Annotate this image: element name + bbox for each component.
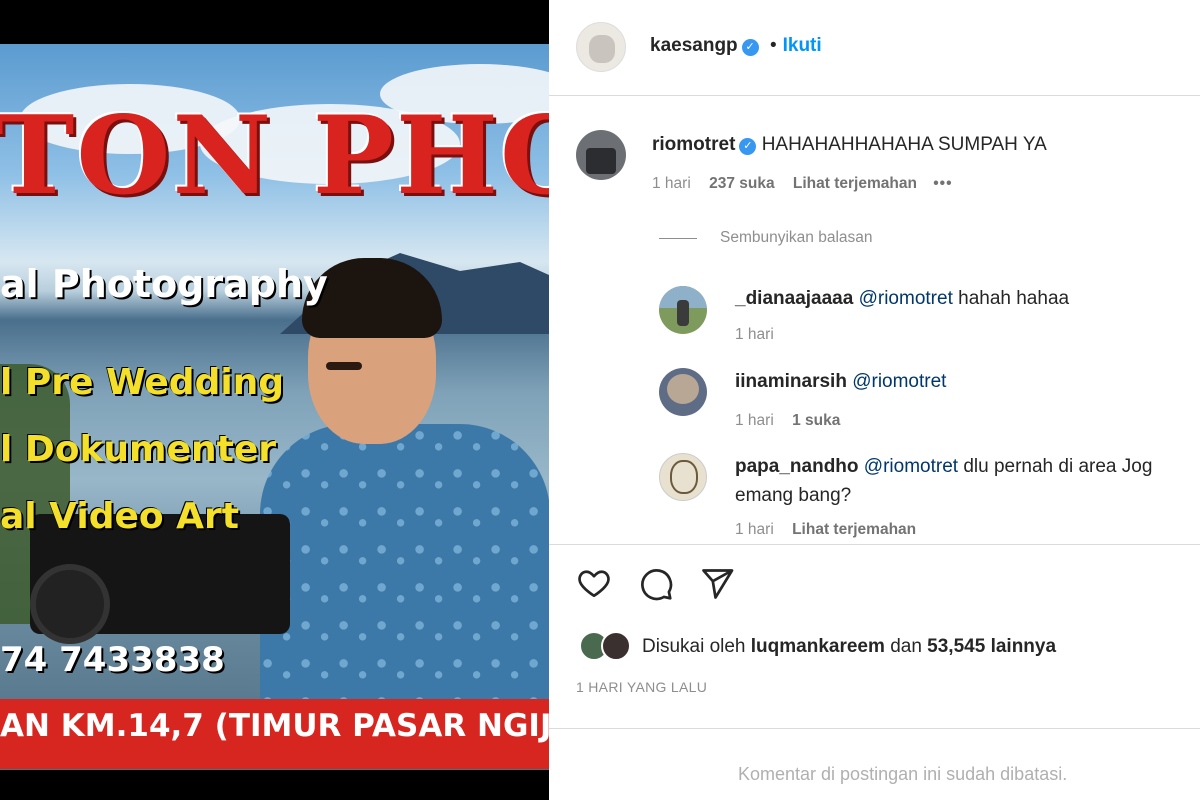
liker-username[interactable]: luqmankareem (751, 636, 885, 657)
likes-count[interactable]: 53,545 lainnya (927, 636, 1056, 657)
comment-likes[interactable]: 237 suka (709, 175, 775, 192)
reply-avatar[interactable] (659, 453, 707, 501)
reply-body: _dianaajaaaa @riomotret hahah hahaa (735, 285, 1069, 313)
comment-text: HAHAHAHHAHAHA SUMPAH YA (761, 134, 1047, 155)
replies-line (659, 238, 697, 239)
author-avatar[interactable] (576, 22, 626, 72)
banner-title: TON PHOTO (0, 93, 549, 219)
verified-badge-icon: ✓ (741, 39, 759, 56)
reply-mention[interactable]: @riomotret (859, 288, 953, 309)
separator-dot: • (769, 35, 777, 56)
banner-service: l Dokumenter (0, 429, 276, 470)
reply-meta: 1 hari Lihat terjemahan (735, 521, 916, 539)
comment-body: riomotret ✓ HAHAHAHHAHAHA SUMPAH YA (652, 131, 1047, 159)
reply-avatar[interactable] (659, 286, 707, 334)
reply-time[interactable]: 1 hari (735, 521, 774, 538)
reply-mention[interactable]: @riomotret (852, 371, 946, 392)
reply-username[interactable]: _dianaajaaaa (735, 288, 853, 309)
reply-likes[interactable]: 1 suka (792, 412, 840, 429)
banner-phone: 74 7433838 (0, 640, 225, 680)
likes-summary: Disukai oleh luqmankareem dan 53,545 lai… (642, 633, 1056, 661)
reply-avatar[interactable] (659, 368, 707, 416)
banner-service: al Video Art (0, 496, 240, 537)
reply-meta: 1 hari 1 suka (735, 412, 840, 430)
reply-mention[interactable]: @riomotret (864, 456, 958, 477)
comment-icon[interactable] (638, 566, 674, 602)
verified-badge-icon: ✓ (739, 138, 757, 155)
post-header: kaesangp ✓ • Ikuti (650, 32, 822, 60)
heart-icon[interactable] (576, 565, 612, 601)
reply-translate[interactable]: Lihat terjemahan (792, 521, 916, 538)
man-with-camera (260, 254, 549, 754)
comments-limited-notice: Komentar di postingan ini sudah dibatasi… (738, 764, 1068, 784)
hide-replies-button[interactable]: Sembunyikan balasan (720, 229, 873, 247)
photo-studio-banner: TON PHOTO al Photography l Pre Wedding l… (0, 44, 549, 770)
comment-username[interactable]: riomotret (652, 134, 735, 155)
reply-text: hahah hahaa (958, 288, 1070, 309)
reply-body: iinaminarsih @riomotret (735, 368, 946, 396)
reply-time[interactable]: 1 hari (735, 326, 774, 344)
reply-text-continued: emang bang? (735, 485, 852, 506)
reply-body: papa_nandho @riomotret dlu pernah di are… (735, 453, 1152, 481)
comment-meta: 1 hari 237 suka Lihat terjemahan ••• (652, 175, 953, 193)
post-timestamp[interactable]: 1 HARI YANG LALU (576, 679, 707, 695)
author-username[interactable]: kaesangp (650, 35, 738, 56)
post-image[interactable]: TON PHOTO al Photography l Pre Wedding l… (0, 0, 549, 800)
follow-button[interactable]: Ikuti (783, 35, 822, 56)
share-icon[interactable] (699, 566, 735, 602)
likes-conjunction: dan (890, 636, 922, 657)
reply-text: dlu pernah di area Jog (963, 456, 1153, 477)
comment-translate[interactable]: Lihat terjemahan (793, 175, 917, 192)
banner-subtitle: al Photography (0, 262, 328, 306)
more-options-icon[interactable]: ••• (933, 175, 952, 192)
commenter-avatar[interactable] (576, 130, 626, 180)
comment-time[interactable]: 1 hari (652, 175, 691, 192)
reply-time[interactable]: 1 hari (735, 412, 774, 429)
reply-username[interactable]: iinaminarsih (735, 371, 847, 392)
reply-username[interactable]: papa_nandho (735, 456, 859, 477)
banner-service: l Pre Wedding (0, 362, 285, 403)
likes-prefix: Disukai oleh (642, 636, 746, 657)
banner-address: AN KM.14,7 (TIMUR PASAR NGIJON) (0, 708, 549, 744)
liker-avatar[interactable] (601, 631, 631, 661)
